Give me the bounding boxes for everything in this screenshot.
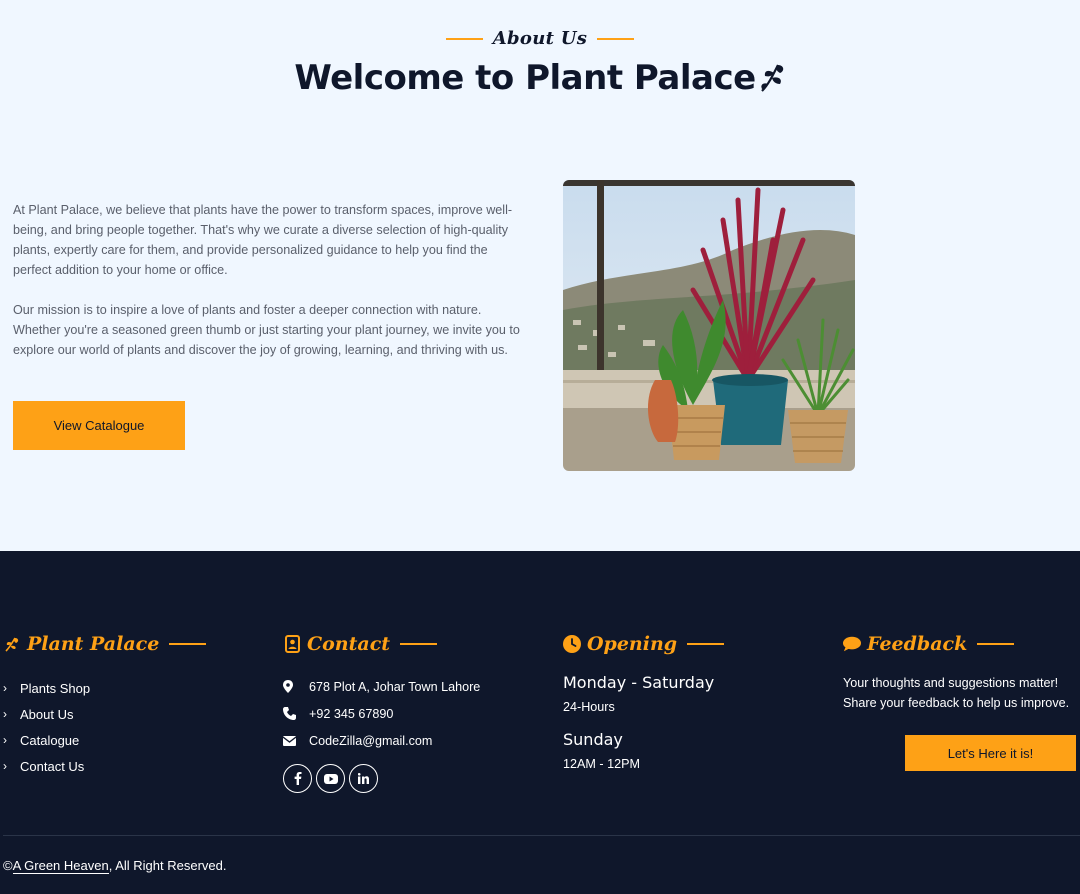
- chevron-right-icon: ›: [3, 681, 7, 695]
- footer-contact-title: Contact: [307, 633, 391, 655]
- subheading-line-left: [445, 37, 483, 40]
- footer-opening-heading: Opening: [563, 629, 823, 659]
- opening-day-weekdays: Monday - Saturday: [563, 673, 715, 692]
- footer-opening-title: Opening: [587, 633, 678, 655]
- contact-card-icon: [283, 635, 301, 653]
- copyright-link[interactable]: A Green Heaven: [12, 858, 109, 874]
- chevron-right-icon: ›: [3, 733, 7, 747]
- footer-link-catalogue[interactable]: › Catalogue: [3, 727, 263, 753]
- footer: Plant Palace › Plants Shop › About Us › Cat…: [0, 551, 1080, 894]
- feedback-text: Your thoughts and suggestions matter! Sh…: [843, 676, 1070, 710]
- footer-link-label: About Us: [20, 706, 74, 722]
- footer-brand-heading: Plant Palace: [3, 629, 263, 659]
- footer-feedback-column: Feedback Your thoughts and suggestions m…: [843, 629, 1080, 713]
- copyright-symbol: ©: [3, 858, 13, 873]
- footer-link-label: Contact Us: [20, 758, 85, 774]
- opening-hours-weekdays: 24-Hours: [563, 700, 615, 714]
- footer-feedback-title: Feedback: [867, 633, 968, 655]
- contact-address: 678 Plot A, Johar Town Lahore: [283, 673, 543, 700]
- chevron-right-icon: ›: [3, 707, 7, 721]
- contact-email-text: CodeZilla@gmail.com: [309, 733, 433, 748]
- about-subtitle: About Us: [492, 28, 588, 49]
- footer-contact-column: Contact 678 Plot A, Johar Town Lahore +9…: [283, 629, 543, 793]
- copyright: ©A Green Heaven, All Right Reserved.: [3, 858, 227, 874]
- heading-line: [169, 643, 207, 645]
- footer-link-contact-us[interactable]: › Contact Us: [3, 753, 263, 779]
- linkedin-icon[interactable]: [349, 764, 378, 793]
- comment-icon: [843, 635, 861, 653]
- footer-links: › Plants Shop › About Us › Catalogue › Conta…: [3, 675, 263, 779]
- footer-brand-column: Plant Palace › Plants Shop › About Us › Cat…: [3, 629, 263, 779]
- about-paragraph-1: At Plant Palace, we believe that plants …: [13, 203, 513, 277]
- contact-info: 678 Plot A, Johar Town Lahore +92 345 67…: [283, 673, 543, 754]
- footer-link-about-us[interactable]: › About Us: [3, 701, 263, 727]
- social-links: [283, 764, 543, 793]
- contact-phone-text: +92 345 67890: [309, 706, 394, 721]
- page-title-text: Welcome to Plant Palace: [294, 58, 756, 98]
- view-catalogue-button[interactable]: View Catalogue: [13, 401, 185, 450]
- footer-link-plants-shop[interactable]: › Plants Shop: [3, 675, 263, 701]
- map-pin-icon: [283, 680, 309, 693]
- page-title: Welcome to Plant Palace: [0, 58, 1080, 102]
- youtube-icon[interactable]: [316, 764, 345, 793]
- contact-email: CodeZilla@gmail.com: [283, 727, 543, 754]
- leaf-icon: [3, 635, 21, 653]
- footer-opening-column: Opening Monday - Saturday 24-Hours Sunda…: [563, 629, 823, 771]
- envelope-icon: [283, 735, 309, 746]
- footer-contact-heading: Contact: [283, 629, 543, 659]
- contact-phone: +92 345 67890: [283, 700, 543, 727]
- clock-icon: [563, 635, 581, 653]
- footer-link-label: Catalogue: [20, 732, 80, 748]
- footer-divider: [3, 835, 1080, 836]
- about-section: About Us Welcome to Plant Palace At Plan…: [0, 0, 1080, 551]
- opening-hours-sunday: 12AM - 12PM: [563, 757, 640, 771]
- footer-link-label: Plants Shop: [20, 680, 91, 696]
- heading-line: [400, 643, 438, 645]
- heading-line: [977, 643, 1015, 645]
- phone-icon: [283, 707, 309, 720]
- subheading-line-right: [597, 37, 635, 40]
- about-subheading: About Us: [0, 28, 1080, 49]
- facebook-icon[interactable]: [283, 764, 312, 793]
- contact-address-text: 678 Plot A, Johar Town Lahore: [309, 679, 481, 694]
- about-paragraph-2: Our mission is to inspire a love of plan…: [13, 303, 520, 357]
- footer-brand-title: Plant Palace: [27, 633, 160, 655]
- feedback-button[interactable]: Let's Here it is!: [905, 735, 1076, 771]
- leaf-icon: [758, 61, 786, 102]
- plants-photo: [563, 180, 855, 471]
- heading-line: [687, 643, 725, 645]
- footer-feedback-heading: Feedback: [843, 629, 1080, 659]
- opening-day-sunday: Sunday: [563, 730, 623, 749]
- chevron-right-icon: ›: [3, 759, 7, 773]
- copyright-suffix: , All Right Reserved.: [108, 858, 227, 873]
